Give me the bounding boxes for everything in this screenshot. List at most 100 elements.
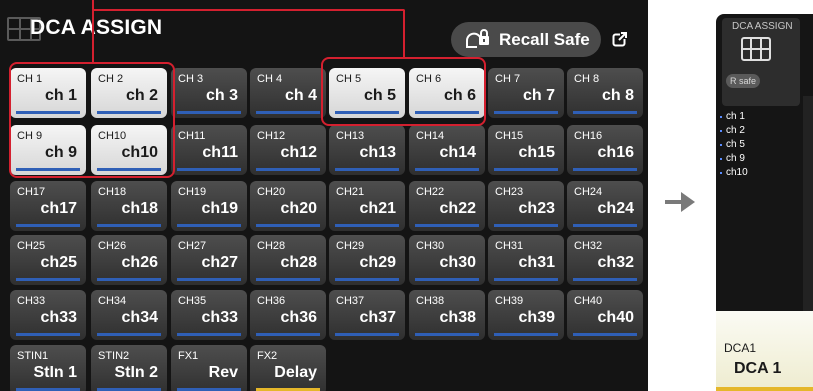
channel-button[interactable]: CH36 ch36: [250, 290, 326, 340]
channel-button[interactable]: CH 1 ch 1: [10, 68, 86, 118]
channel-color-bar: [177, 333, 241, 336]
channel-number-label: CH26: [98, 240, 127, 252]
channel-button[interactable]: STIN1 StIn 1: [10, 345, 86, 391]
channel-button[interactable]: FX2 Delay: [250, 345, 326, 391]
channel-color-bar: [573, 278, 637, 281]
grid-icon: [741, 37, 771, 61]
channel-button[interactable]: CH14 ch14: [409, 125, 485, 175]
channel-number-label: CH16: [574, 130, 603, 142]
channel-button[interactable]: CH25 ch25: [10, 235, 86, 285]
channel-color-bar: [177, 224, 241, 227]
channel-button[interactable]: CH13 ch13: [329, 125, 405, 175]
popout-icon[interactable]: [612, 31, 628, 47]
channel-color-bar: [97, 224, 161, 227]
channel-color-bar: [335, 333, 399, 336]
channel-button[interactable]: CH 9 ch 9: [10, 125, 86, 175]
channel-number-label: CH36: [257, 295, 286, 307]
channel-name-label: ch40: [597, 309, 634, 326]
channel-number-label: CH40: [574, 295, 603, 307]
channel-button[interactable]: CH22 ch22: [409, 181, 485, 231]
channel-name-label: ch29: [359, 254, 396, 271]
channel-number-label: CH39: [495, 295, 524, 307]
recall-safe-button[interactable]: Recall Safe: [451, 22, 601, 57]
channel-button[interactable]: CH19 ch19: [171, 181, 247, 231]
channel-button[interactable]: CH16 ch16: [567, 125, 643, 175]
channel-button[interactable]: CH 8 ch 8: [567, 68, 643, 118]
assigned-channel-list: ch 1 ch 2 ch 5 ch 9 ch10: [716, 110, 813, 180]
channel-button[interactable]: CH 2 ch 2: [91, 68, 167, 118]
channel-name-label: ch21: [359, 200, 396, 217]
channel-number-label: CH 6: [416, 73, 442, 85]
channel-button[interactable]: CH 3 ch 3: [171, 68, 247, 118]
channel-button[interactable]: CH35 ch33: [171, 290, 247, 340]
channel-name-label: ch 8: [601, 87, 634, 104]
channel-button[interactable]: CH40 ch40: [567, 290, 643, 340]
channel-button[interactable]: CH 5 ch 5: [329, 68, 405, 118]
channel-button[interactable]: CH39 ch39: [488, 290, 564, 340]
page-title: DCA ASSIGN: [30, 16, 163, 39]
arrow-right-icon: [665, 192, 695, 212]
channel-button[interactable]: CH15 ch15: [488, 125, 564, 175]
scrollbar[interactable]: [803, 96, 813, 311]
channel-button[interactable]: CH31 ch31: [488, 235, 564, 285]
channel-button[interactable]: CH24 ch24: [567, 181, 643, 231]
channel-color-bar: [494, 333, 558, 336]
channel-color-bar: [415, 224, 479, 227]
channel-name-label: Delay: [274, 364, 317, 381]
channel-number-label: CH 9: [17, 130, 43, 142]
channel-number-label: CH38: [416, 295, 445, 307]
channel-name-label: ch38: [439, 309, 476, 326]
channel-color-bar: [494, 111, 558, 114]
channel-button[interactable]: CH 4 ch 4: [250, 68, 326, 118]
channel-color-bar: [573, 168, 637, 171]
channel-color-bar: [256, 333, 320, 336]
channel-button[interactable]: CH27 ch27: [171, 235, 247, 285]
channel-button[interactable]: CH11 ch11: [171, 125, 247, 175]
channel-number-label: CH22: [416, 186, 445, 198]
channel-button[interactable]: CH12 ch12: [250, 125, 326, 175]
channel-color-bar: [415, 278, 479, 281]
channel-button[interactable]: FX1 Rev: [171, 345, 247, 391]
channel-button[interactable]: CH20 ch20: [250, 181, 326, 231]
channel-button[interactable]: CH30 ch30: [409, 235, 485, 285]
channel-number-label: CH23: [495, 186, 524, 198]
channel-button[interactable]: CH34 ch34: [91, 290, 167, 340]
dca-assign-label: DCA ASSIGN: [732, 21, 793, 32]
dca-color-bar: [716, 387, 813, 391]
channel-color-bar: [97, 111, 161, 114]
channel-name-label: ch33: [40, 309, 77, 326]
assigned-channel-item: ch 9: [716, 152, 813, 166]
channel-number-label: CH10: [98, 130, 127, 142]
channel-button[interactable]: CH29 ch29: [329, 235, 405, 285]
channel-button[interactable]: CH26 ch26: [91, 235, 167, 285]
channel-button[interactable]: CH18 ch18: [91, 181, 167, 231]
channel-color-bar: [573, 333, 637, 336]
channel-button[interactable]: CH37 ch37: [329, 290, 405, 340]
channel-color-bar: [16, 168, 80, 171]
channel-button[interactable]: CH28 ch28: [250, 235, 326, 285]
channel-color-bar: [335, 278, 399, 281]
channel-button[interactable]: CH 6 ch 6: [409, 68, 485, 118]
channel-name-label: Rev: [208, 364, 238, 381]
recall-safe-badge: R safe: [726, 74, 760, 88]
channel-number-label: CH32: [574, 240, 603, 252]
channel-number-label: CH 7: [495, 73, 521, 85]
channel-name-label: ch22: [439, 200, 476, 217]
dca-assign-button[interactable]: DCA ASSIGN R safe: [722, 18, 800, 106]
channel-name-label: ch 5: [363, 87, 396, 104]
channel-name-label: ch14: [439, 144, 476, 161]
channel-button[interactable]: CH10 ch10: [91, 125, 167, 175]
dca-name-panel[interactable]: DCA1 DCA 1: [716, 311, 813, 391]
channel-button[interactable]: CH17 ch17: [10, 181, 86, 231]
channel-button[interactable]: CH 7 ch 7: [488, 68, 564, 118]
channel-number-label: CH 4: [257, 73, 283, 85]
channel-button[interactable]: CH38 ch38: [409, 290, 485, 340]
channel-name-label: ch 4: [284, 87, 317, 104]
channel-button[interactable]: CH21 ch21: [329, 181, 405, 231]
channel-button[interactable]: CH32 ch32: [567, 235, 643, 285]
channel-button[interactable]: STIN2 StIn 2: [91, 345, 167, 391]
channel-number-label: CH27: [178, 240, 207, 252]
channel-button[interactable]: CH33 ch33: [10, 290, 86, 340]
channel-button[interactable]: CH23 ch23: [488, 181, 564, 231]
dca-assign-panel: DCA ASSIGN Recall Safe CH 1 ch 1 CH 2 ch 2C…: [0, 0, 648, 391]
